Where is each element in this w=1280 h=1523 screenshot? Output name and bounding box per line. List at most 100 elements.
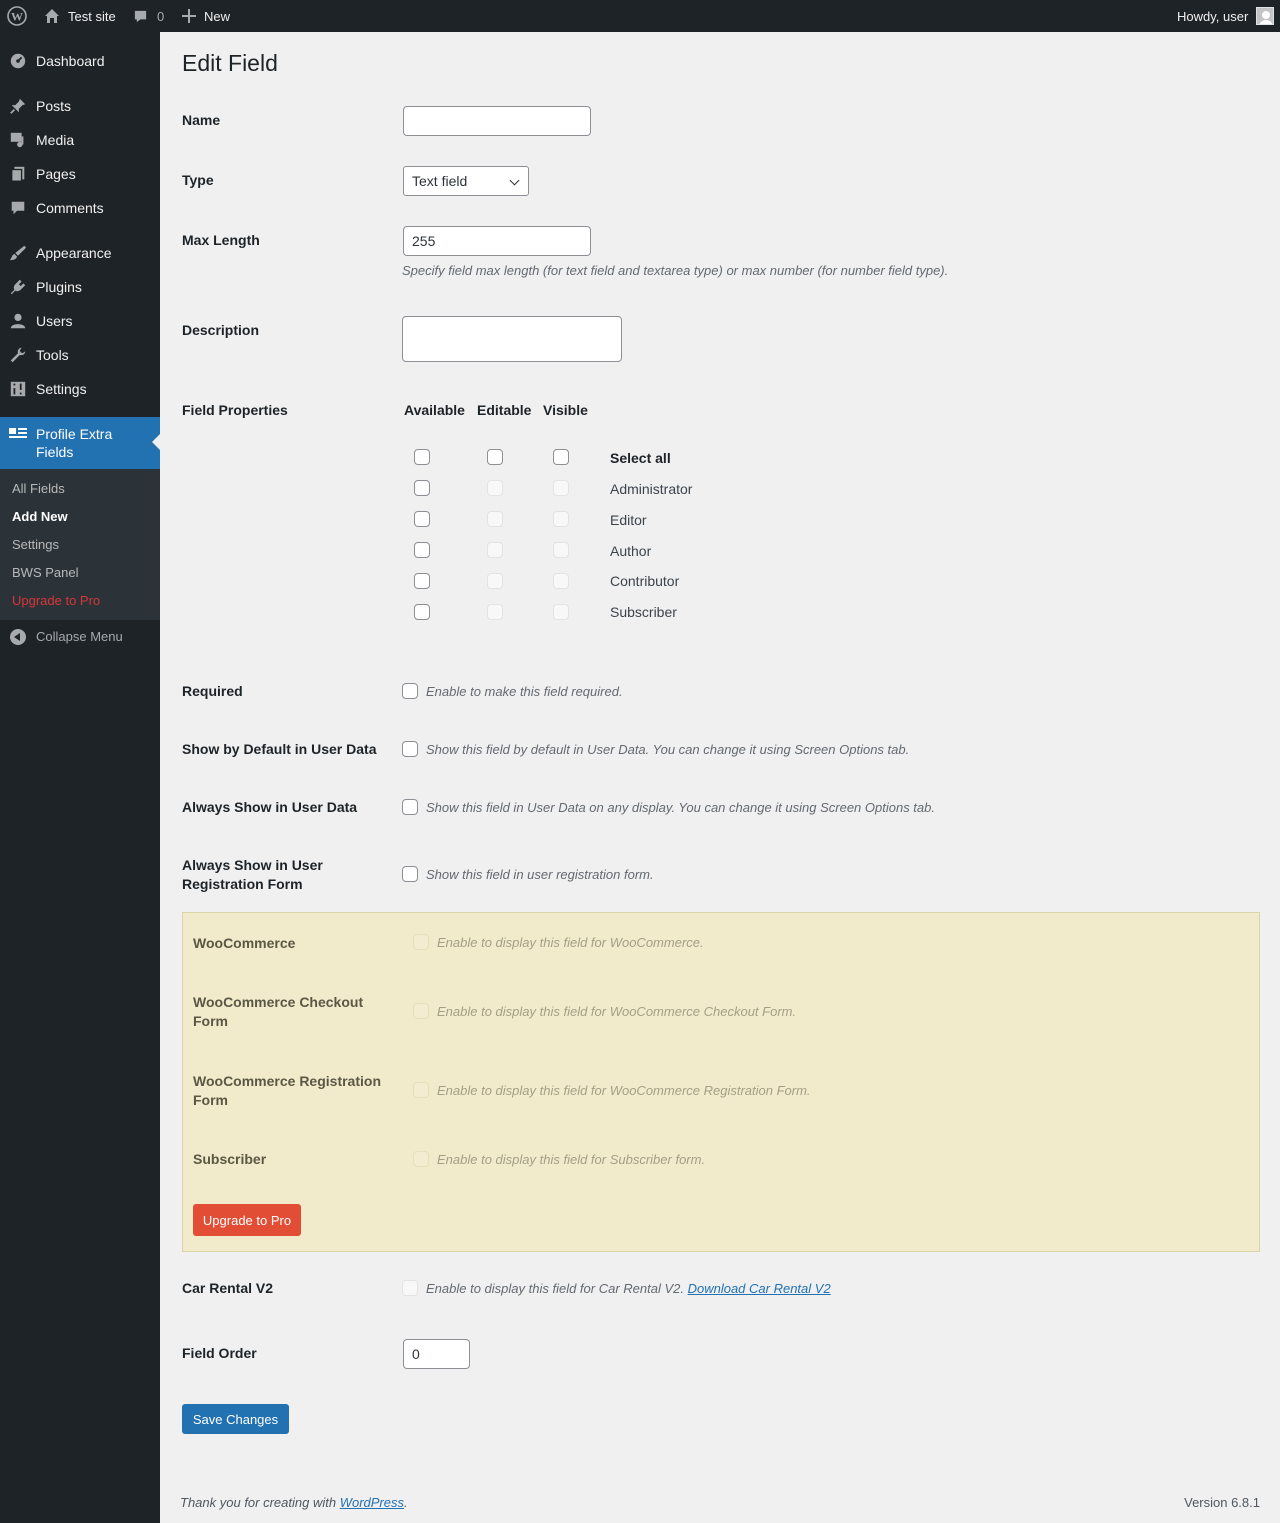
editable-author-checkbox [487,542,503,558]
required-label: Required [182,683,243,699]
avatar [1256,7,1275,25]
editable-contributor-checkbox [487,573,503,589]
brush-icon [8,243,28,263]
available-select-all-checkbox[interactable] [414,449,430,465]
new-label: New [204,8,231,24]
car-rental-description-text: Enable to display this field for Car Ren… [426,1281,684,1296]
page-title: Edit Field [182,50,278,76]
woocommerce-registration-checkbox [413,1082,429,1098]
download-car-rental-link[interactable]: Download Car Rental V2 [688,1281,831,1296]
collapse-menu-button[interactable]: Collapse Menu [0,620,160,654]
woocommerce-checkout-description: Enable to display this field for WooComm… [437,1004,797,1019]
visible-author-checkbox [553,542,569,558]
dashboard-icon [8,51,28,71]
field-order-input[interactable]: 0 [403,1339,470,1369]
new-content-link[interactable]: New [182,0,230,32]
always-show-checkbox[interactable] [402,799,418,815]
subscriber-checkbox [413,1151,429,1167]
wordpress-logo-icon[interactable]: W [7,0,27,32]
menu-users[interactable]: Users [0,304,160,338]
menu-label: Appearance [36,245,112,261]
menu-label: Users [36,313,73,329]
type-label: Type [182,172,214,188]
show-default-checkbox[interactable] [402,741,418,757]
comment-bubble-icon [133,9,148,24]
available-editor-checkbox[interactable] [414,511,430,527]
footer-thanks: Thank you for creating with WordPress. [180,1495,408,1510]
wordpress-link[interactable]: WordPress [340,1495,404,1510]
description-textarea[interactable] [402,316,622,362]
editable-select-all-checkbox[interactable] [487,449,503,465]
menu-posts[interactable]: Posts [0,89,160,123]
menu-settings[interactable]: Settings [0,372,160,406]
max-length-label: Max Length [182,232,260,248]
site-home-link[interactable]: Test site [44,0,116,32]
submenu-settings[interactable]: Settings [12,537,59,552]
pro-features-box: WooCommerce Enable to display this field… [182,912,1260,1252]
editable-subscriber-checkbox [487,604,503,620]
menu-media[interactable]: Media [0,123,160,157]
field-order-label: Field Order [182,1345,257,1361]
required-description: Enable to make this field required. [426,684,623,699]
pin-icon [8,96,28,116]
editable-editor-checkbox [487,511,503,527]
menu-comments[interactable]: Comments [0,191,160,225]
always-show-label: Always Show in User Data [182,799,358,815]
description-label: Description [182,322,260,338]
visible-contributor-checkbox [553,573,569,589]
save-changes-button[interactable]: Save Changes [182,1404,289,1434]
woocommerce-checkout-checkbox [413,1003,429,1019]
max-length-input[interactable]: 255 [403,226,591,256]
type-select[interactable]: Text field [403,166,529,196]
always-show-registration-checkbox[interactable] [402,866,418,882]
role-contributor: Contributor [610,573,680,589]
always-show-registration-label: Always Show in User Registration Form [182,857,323,892]
menu-profile-extra-fields[interactable]: Profile Extra Fields [0,417,160,469]
required-checkbox[interactable] [402,683,418,699]
upgrade-to-pro-button[interactable]: Upgrade to Pro [193,1204,301,1236]
editable-administrator-checkbox [487,480,503,496]
comment-icon [8,198,28,218]
my-account-link[interactable]: Howdy, user [1177,0,1275,32]
submenu-bws-panel[interactable]: BWS Panel [12,565,78,580]
menu-appearance[interactable]: Appearance [0,236,160,270]
menu-dashboard[interactable]: Dashboard [0,44,160,78]
menu-label: Posts [36,98,72,114]
submenu-all-fields[interactable]: All Fields [12,481,65,496]
home-icon [44,8,60,24]
available-subscriber-checkbox[interactable] [414,604,430,620]
woocommerce-registration-label: WooCommerce Registration Form [193,1073,381,1108]
menu-label: Plugins [36,279,82,295]
visible-select-all-checkbox[interactable] [553,449,569,465]
chevron-down-icon [509,175,520,186]
menu-pages[interactable]: Pages [0,157,160,191]
available-contributor-checkbox[interactable] [414,573,430,589]
name-input[interactable] [403,106,591,136]
subscriber-label: Subscriber [193,1151,267,1167]
plus-icon [182,9,196,23]
name-label: Name [182,112,221,128]
role-author: Author [610,543,652,559]
woocommerce-checkbox [413,934,429,950]
menu-plugins[interactable]: Plugins [0,270,160,304]
submenu-add-new[interactable]: Add New [12,509,68,524]
menu-label: Pages [36,166,76,182]
available-author-checkbox[interactable] [414,542,430,558]
submenu-upgrade-to-pro[interactable]: Upgrade to Pro [12,593,100,608]
menu-label: Comments [36,200,104,216]
footer-version: Version 6.8.1 [1184,1495,1260,1510]
column-visible: Visible [543,402,588,418]
visible-editor-checkbox [553,511,569,527]
submenu: All Fields Add New Settings BWS Panel Up… [0,469,160,620]
woocommerce-label: WooCommerce [193,935,296,951]
always-show-description: Show this field in User Data on any disp… [426,800,935,815]
visible-administrator-checkbox [553,480,569,496]
menu-tools[interactable]: Tools [0,338,160,372]
woocommerce-checkout-label: WooCommerce Checkout Form [193,994,364,1029]
current-arrow [152,434,160,450]
max-length-description: Specify field max length (for text field… [402,263,949,278]
main-content: Edit Field Name Type Text field Max Leng… [160,32,1280,1523]
comments-link[interactable]: 0 [133,0,164,32]
available-administrator-checkbox[interactable] [414,480,430,496]
car-rental-label: Car Rental V2 [182,1280,274,1296]
